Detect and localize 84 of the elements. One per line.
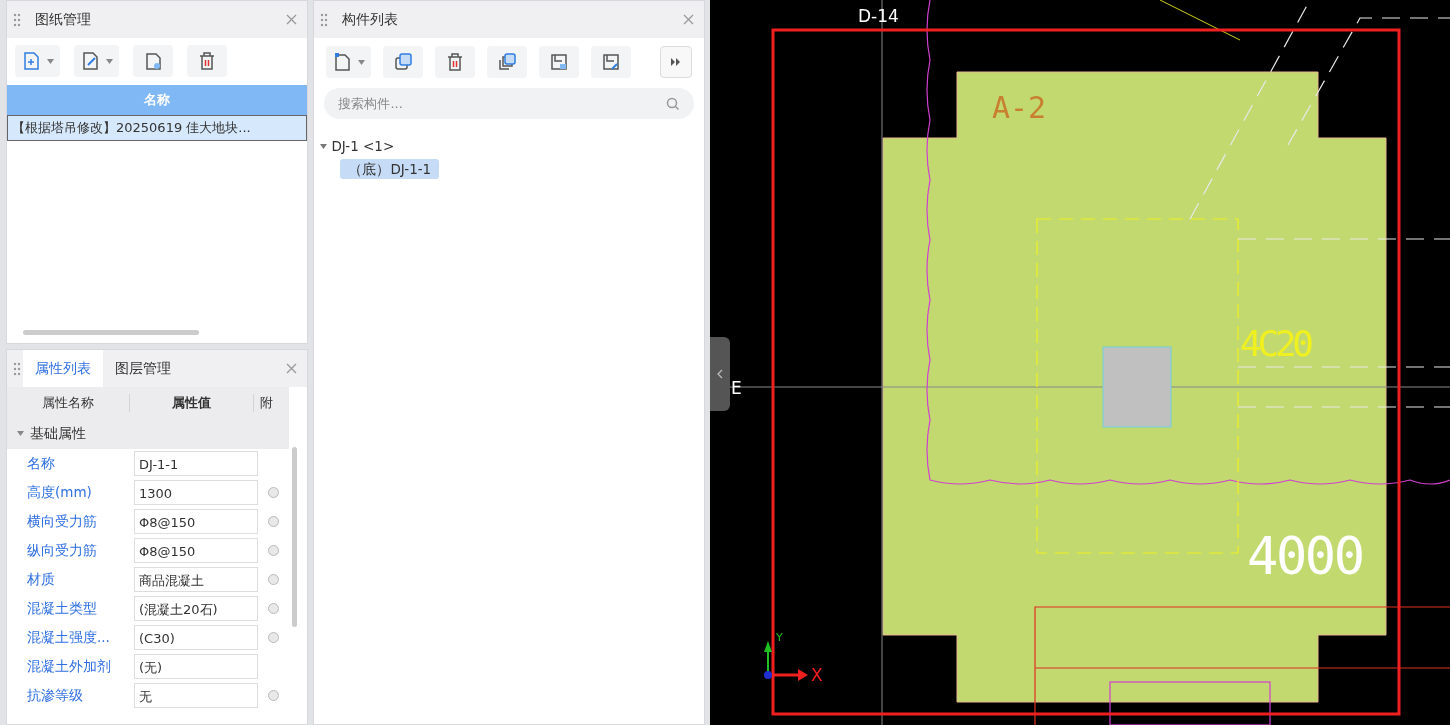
search-icon[interactable]: [666, 97, 680, 111]
property-value-field[interactable]: 无: [134, 683, 258, 708]
column-header: 附: [258, 393, 274, 412]
caret-icon[interactable]: [358, 59, 366, 65]
property-name: 横向受力筋: [26, 512, 98, 531]
caret-icon[interactable]: [106, 58, 113, 64]
import-drawing-button[interactable]: [133, 45, 173, 77]
axis-label: X: [811, 665, 823, 685]
property-name: 混凝土强度...: [26, 628, 111, 647]
expand-caret-icon[interactable]: [320, 142, 328, 150]
property-name: 抗渗等级: [26, 686, 84, 705]
save-edit-icon: [601, 52, 622, 72]
layers-copy-button[interactable]: [487, 46, 528, 78]
stacked-squares-icon: [497, 52, 518, 72]
option-checkbox[interactable]: [268, 487, 279, 498]
panel-title: 构件列表: [342, 10, 399, 29]
close-icon[interactable]: [286, 363, 298, 374]
trash-icon: [446, 52, 465, 72]
property-value-field[interactable]: Φ8@150: [134, 538, 258, 563]
property-name: 材质: [26, 570, 56, 589]
add-file-icon: [21, 51, 41, 71]
drawing-row[interactable]: 【根据塔吊修改】20250619 佳大地块...: [7, 115, 308, 141]
file-icon: [143, 51, 163, 71]
option-checkbox[interactable]: [268, 516, 279, 527]
axis-arrow-icon: [764, 641, 808, 681]
column-header: 属性名称: [7, 393, 131, 412]
scrollbar[interactable]: [23, 330, 199, 335]
tree-item[interactable]: DJ-1 <1>: [331, 136, 403, 156]
option-checkbox[interactable]: [268, 603, 279, 614]
scrollbar[interactable]: [292, 447, 297, 627]
new-file-icon: [332, 52, 353, 72]
new-component-button[interactable]: [326, 46, 372, 78]
delete-button[interactable]: [187, 45, 227, 77]
tab[interactable]: 属性列表: [23, 350, 103, 387]
property-value-field[interactable]: DJ-1-1: [134, 451, 258, 476]
axis-label: Y: [776, 631, 783, 644]
collapse-handle[interactable]: [710, 337, 730, 411]
copy-icon: [393, 52, 414, 72]
drag-handle-icon[interactable]: [13, 361, 21, 376]
caret-icon[interactable]: [47, 58, 54, 64]
property-value-field[interactable]: Φ8@150: [134, 509, 258, 534]
axis-label: E: [731, 378, 742, 398]
tab[interactable]: 图层管理: [103, 350, 183, 387]
tree-item[interactable]: （底）DJ-1-1: [340, 159, 440, 179]
property-value-field[interactable]: 商品混凝土: [134, 567, 258, 592]
option-checkbox[interactable]: [268, 690, 279, 701]
property-name: 混凝土外加剂: [26, 657, 112, 676]
group-header: 基础属性: [30, 424, 86, 443]
edit-file-icon: [80, 51, 100, 71]
edit-save-button[interactable]: [591, 46, 632, 78]
option-checkbox[interactable]: [268, 574, 279, 585]
drag-handle-icon[interactable]: [13, 12, 21, 27]
copy-button[interactable]: [383, 46, 424, 78]
search-field[interactable]: 搜索构件...: [324, 88, 694, 119]
save-button[interactable]: [539, 46, 580, 78]
axis-label: D-14: [858, 6, 899, 26]
add-drawing-button[interactable]: [15, 45, 60, 77]
column-header: 属性值: [130, 393, 254, 412]
chevron-left-icon: [716, 369, 724, 379]
property-value-field[interactable]: (C30): [134, 625, 258, 650]
property-value-field[interactable]: (混凝土20石): [134, 596, 258, 621]
column-header: 名称: [7, 85, 308, 115]
option-checkbox[interactable]: [268, 545, 279, 556]
property-name: 名称: [26, 454, 56, 473]
close-icon[interactable]: [683, 14, 694, 25]
trash-icon: [198, 51, 216, 71]
property-name: 高度(mm): [26, 483, 93, 502]
save-icon: [549, 52, 570, 72]
property-value-field[interactable]: (无): [134, 654, 258, 679]
cad-text: 4000: [1247, 526, 1365, 586]
cad-text: 4C20: [1240, 323, 1314, 364]
cad-text: A-2: [992, 90, 1047, 125]
drag-handle-icon[interactable]: [320, 12, 329, 27]
panel-title: 图纸管理: [35, 10, 91, 29]
property-name: 纵向受力筋: [26, 541, 98, 560]
more-button[interactable]: [660, 46, 692, 78]
expand-caret-icon[interactable]: [17, 430, 24, 437]
delete-button[interactable]: [435, 46, 476, 78]
double-arrow-icon: [671, 58, 681, 66]
edit-drawing-button[interactable]: [74, 45, 119, 77]
close-icon[interactable]: [286, 14, 298, 25]
property-value-field[interactable]: 1300: [134, 480, 258, 505]
option-checkbox[interactable]: [268, 632, 279, 643]
property-name: 混凝土类型: [26, 599, 98, 618]
